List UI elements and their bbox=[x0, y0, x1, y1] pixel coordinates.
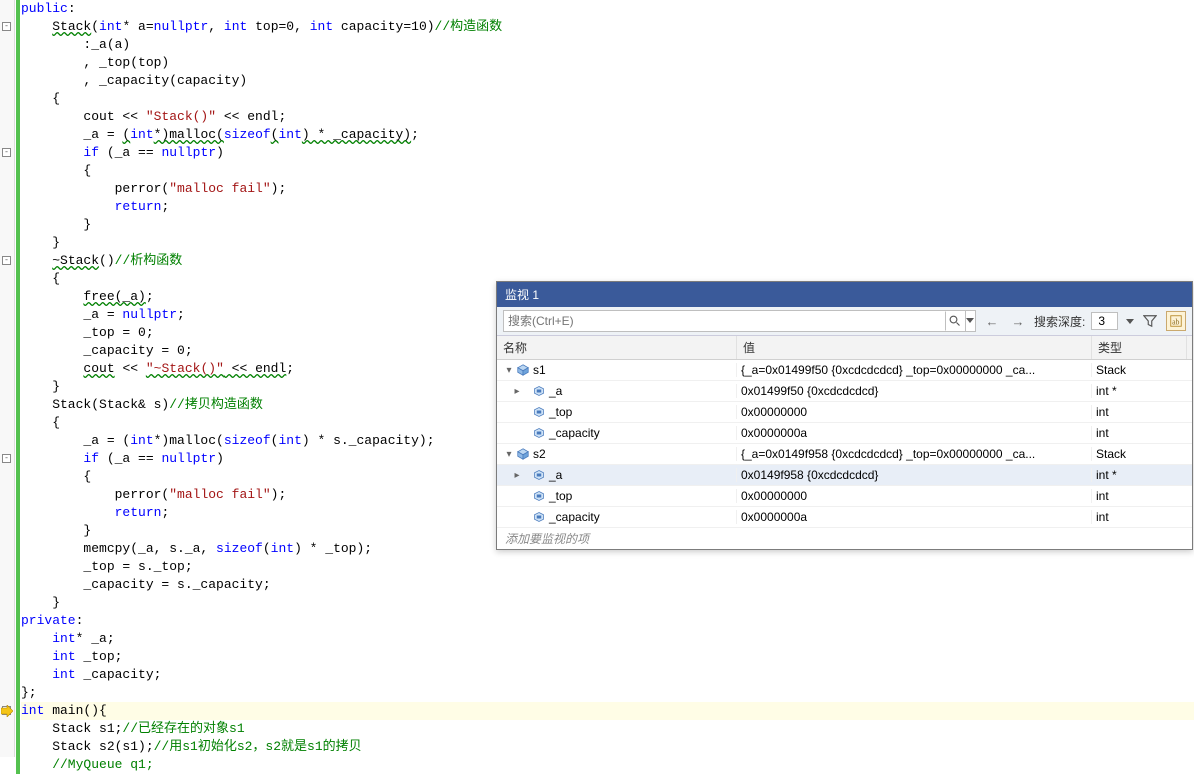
code-line[interactable]: ~Stack()//析构函数 bbox=[21, 252, 1194, 270]
search-input[interactable] bbox=[504, 312, 945, 330]
expand-toggle-icon[interactable]: ▸ bbox=[501, 386, 533, 397]
expand-toggle-icon[interactable]: ▸ bbox=[501, 470, 533, 481]
watch-value: {_a=0x01499f50 {0xcdcdcdcd} _top=0x00000… bbox=[737, 363, 1092, 377]
search-dropdown-icon[interactable] bbox=[965, 311, 975, 331]
fold-toggle-icon[interactable]: - bbox=[2, 454, 11, 463]
watch-toolbar: ← → 搜索深度: 3 ab bbox=[497, 307, 1192, 336]
watch-value: 0x0000000a bbox=[737, 510, 1092, 524]
object-icon bbox=[517, 448, 529, 460]
code-line[interactable]: Stack s1;//已经存在的对象s1 bbox=[21, 720, 1194, 738]
watch-grid-header: 名称 值 类型 bbox=[497, 336, 1192, 360]
watch-value: 0x0000000a bbox=[737, 426, 1092, 440]
col-header-type[interactable]: 类型 bbox=[1092, 336, 1187, 359]
watch-search-box[interactable] bbox=[503, 310, 976, 332]
watch-value: 0x0149f958 {0xcdcdcdcd} bbox=[737, 468, 1092, 482]
code-line[interactable]: _top = s._top; bbox=[21, 558, 1194, 576]
change-marker bbox=[16, 0, 20, 774]
watch-type: int bbox=[1092, 489, 1187, 503]
code-line[interactable]: _a = (int*)malloc(sizeof(int) * _capacit… bbox=[21, 126, 1194, 144]
code-line[interactable]: }; bbox=[21, 684, 1194, 702]
watch-value: 0x00000000 bbox=[737, 489, 1092, 503]
watch-row[interactable]: _capacity 0x0000000aint bbox=[497, 507, 1192, 528]
field-icon bbox=[533, 406, 545, 418]
field-icon bbox=[533, 490, 545, 502]
add-watch-placeholder[interactable]: 添加要监视的项 bbox=[497, 528, 1192, 549]
code-line[interactable]: } bbox=[21, 594, 1194, 612]
expand-toggle-icon[interactable]: ▾ bbox=[501, 365, 517, 376]
code-line[interactable]: Stack(int* a=nullptr, int top=0, int cap… bbox=[21, 18, 1194, 36]
code-line[interactable]: if (_a == nullptr) bbox=[21, 144, 1194, 162]
watch-name: s1 bbox=[533, 363, 546, 377]
watch-value: {_a=0x0149f958 {0xcdcdcdcd} _top=0x00000… bbox=[737, 447, 1092, 461]
watch-name: _capacity bbox=[549, 426, 600, 440]
code-line[interactable]: int* _a; bbox=[21, 630, 1194, 648]
filter-icon[interactable] bbox=[1140, 311, 1160, 331]
hex-toggle-icon[interactable]: ab bbox=[1166, 311, 1186, 331]
code-line[interactable]: perror("malloc fail"); bbox=[21, 180, 1194, 198]
fold-toggle-icon[interactable]: - bbox=[2, 256, 11, 265]
watch-row[interactable]: _capacity 0x0000000aint bbox=[497, 423, 1192, 444]
code-line[interactable]: { bbox=[21, 162, 1194, 180]
code-gutter: ----- bbox=[0, 0, 15, 757]
code-line[interactable]: int main(){ bbox=[21, 702, 1194, 720]
watch-type: int * bbox=[1092, 384, 1187, 398]
search-depth-label: 搜索深度: bbox=[1034, 313, 1085, 330]
search-depth-dropdown-icon[interactable] bbox=[1126, 314, 1134, 328]
watch-row[interactable]: ▾ s2 {_a=0x0149f958 {0xcdcdcdcd} _top=0x00… bbox=[497, 444, 1192, 465]
watch-name: _a bbox=[549, 384, 562, 398]
watch-panel-title: 监视 1 bbox=[497, 282, 1192, 307]
fold-toggle-icon[interactable]: - bbox=[2, 22, 11, 31]
code-line[interactable]: :_a(a) bbox=[21, 36, 1194, 54]
watch-type: Stack bbox=[1092, 447, 1187, 461]
expand-toggle-icon[interactable]: ▾ bbox=[501, 449, 517, 460]
code-line[interactable]: return; bbox=[21, 198, 1194, 216]
code-line[interactable]: } bbox=[21, 234, 1194, 252]
search-depth-value[interactable]: 3 bbox=[1091, 312, 1118, 330]
code-line[interactable]: , _top(top) bbox=[21, 54, 1194, 72]
watch-type: int * bbox=[1092, 468, 1187, 482]
watch-type: int bbox=[1092, 405, 1187, 419]
code-line[interactable]: { bbox=[21, 90, 1194, 108]
watch-name: _top bbox=[549, 489, 572, 503]
field-icon bbox=[533, 469, 545, 481]
watch-grid: 名称 值 类型 ▾ s1 {_a=0x01499f50 {0xcdcdcdcd} _… bbox=[497, 336, 1192, 549]
col-header-name[interactable]: 名称 bbox=[497, 336, 737, 359]
svg-text:ab: ab bbox=[1172, 318, 1179, 327]
execution-pointer-icon bbox=[1, 705, 13, 717]
field-icon bbox=[533, 511, 545, 523]
search-next-button[interactable]: → bbox=[1008, 311, 1028, 331]
col-header-value[interactable]: 值 bbox=[737, 336, 1092, 359]
watch-row[interactable]: ▾ s1 {_a=0x01499f50 {0xcdcdcdcd} _top=0x00… bbox=[497, 360, 1192, 381]
watch-name: _capacity bbox=[549, 510, 600, 524]
code-line[interactable]: , _capacity(capacity) bbox=[21, 72, 1194, 90]
watch-type: Stack bbox=[1092, 363, 1187, 377]
field-icon bbox=[533, 427, 545, 439]
watch-name: s2 bbox=[533, 447, 546, 461]
object-icon bbox=[517, 364, 529, 376]
field-icon bbox=[533, 385, 545, 397]
code-line[interactable]: int _top; bbox=[21, 648, 1194, 666]
code-line[interactable]: private: bbox=[21, 612, 1194, 630]
watch-name: _a bbox=[549, 468, 562, 482]
watch-row[interactable]: ▸ _a 0x01499f50 {0xcdcdcdcd}int * bbox=[497, 381, 1192, 402]
search-icon[interactable] bbox=[945, 311, 965, 331]
code-line[interactable]: Stack s2(s1);//用s1初始化s2，s2就是s1的拷贝 bbox=[21, 738, 1194, 756]
code-line[interactable]: _capacity = s._capacity; bbox=[21, 576, 1194, 594]
watch-name: _top bbox=[549, 405, 572, 419]
code-line[interactable]: } bbox=[21, 216, 1194, 234]
code-line[interactable]: int _capacity; bbox=[21, 666, 1194, 684]
code-line[interactable]: public: bbox=[21, 0, 1194, 18]
code-line[interactable]: cout << "Stack()" << endl; bbox=[21, 108, 1194, 126]
watch-type: int bbox=[1092, 426, 1187, 440]
fold-toggle-icon[interactable]: - bbox=[2, 148, 11, 157]
watch-row[interactable]: ▸ _a 0x0149f958 {0xcdcdcdcd}int * bbox=[497, 465, 1192, 486]
watch-row[interactable]: _top 0x00000000int bbox=[497, 402, 1192, 423]
watch-panel: 监视 1 ← → 搜索深度: 3 ab 名称 值 类型 ▾s1{_a=0x014 bbox=[496, 281, 1193, 550]
watch-row[interactable]: _top 0x00000000int bbox=[497, 486, 1192, 507]
watch-value: 0x01499f50 {0xcdcdcdcd} bbox=[737, 384, 1092, 398]
watch-value: 0x00000000 bbox=[737, 405, 1092, 419]
code-line[interactable]: //MyQueue q1; bbox=[21, 756, 1194, 774]
watch-type: int bbox=[1092, 510, 1187, 524]
search-prev-button[interactable]: ← bbox=[982, 311, 1002, 331]
